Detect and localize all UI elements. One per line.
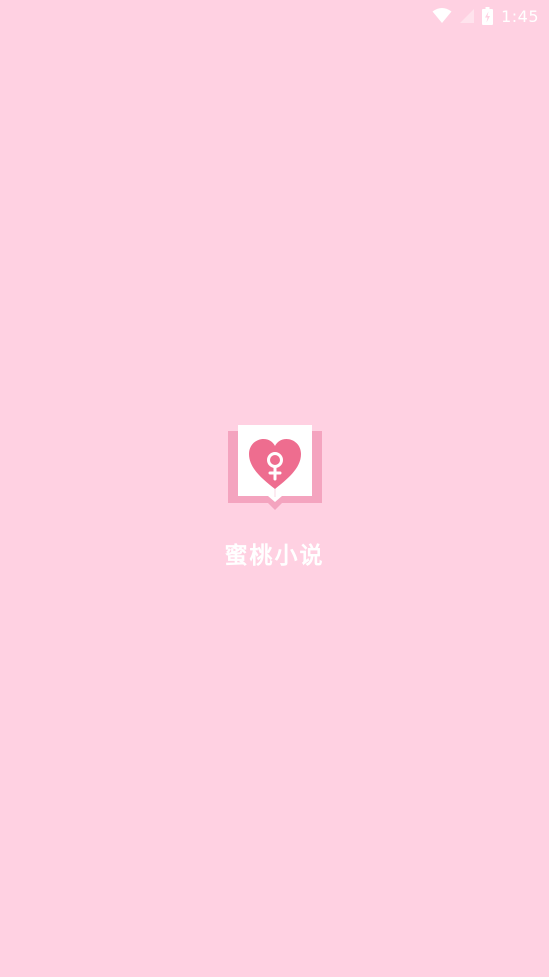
signal-icon [460, 9, 475, 23]
battery-charging-icon [482, 7, 494, 25]
app-name: 蜜桃小说 [224, 543, 325, 569]
wifi-icon [432, 8, 452, 23]
book-heart-female-icon [228, 425, 322, 510]
status-bar: 1:45 [0, 0, 549, 32]
status-bar-right: 1:45 [432, 4, 539, 28]
splash-screen: 1:45 蜜桃小说 [0, 0, 549, 977]
status-time: 1:45 [501, 6, 539, 26]
